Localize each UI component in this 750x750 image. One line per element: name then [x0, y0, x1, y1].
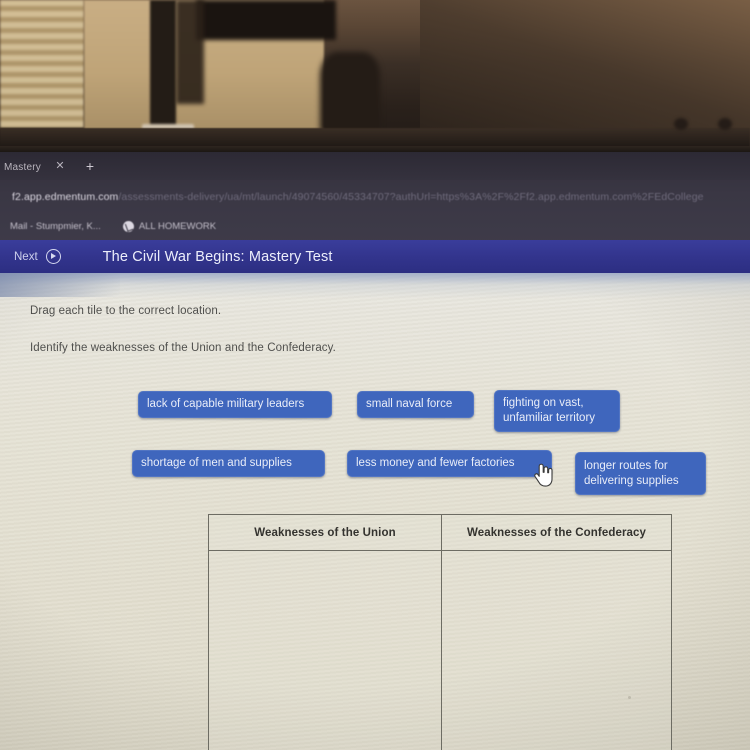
table-header-row: Weaknesses of the Union Weaknesses of th… [209, 515, 671, 551]
next-button[interactable]: Next [0, 249, 61, 264]
bookmark-all-homework[interactable]: ALL HOMEWORK [101, 220, 217, 232]
drag-tile-label-line1: longer routes for [584, 459, 668, 472]
address-bar[interactable]: f2.app.edmentum.com/assessments-delivery… [0, 180, 750, 214]
bookmark-label: Mail - Stumpmier, K... [10, 220, 101, 232]
drag-tile[interactable]: fighting on vast, unfamiliar territory [494, 390, 620, 432]
screen-glare [0, 273, 750, 299]
lamp-post [150, 0, 176, 128]
drag-tile-label: shortage of men and supplies [141, 457, 292, 469]
dark-object [320, 52, 380, 132]
close-icon[interactable]: ✕ [54, 160, 66, 172]
tab-strip: Mastery ✕ + [0, 152, 750, 180]
instruction-text: Drag each tile to the correct location. [30, 305, 222, 317]
table-row [209, 551, 671, 750]
drag-tile-label: small naval force [366, 398, 453, 410]
plus-icon[interactable]: + [83, 159, 97, 173]
page-title: The Civil War Begins: Mastery Test [102, 248, 333, 265]
dark-frame [196, 0, 336, 40]
room-photo-background [0, 0, 750, 152]
screenshot-root: Mastery ✕ + f2.app.edmentum.com/assessme… [0, 0, 750, 750]
drag-tile[interactable]: longer routes for delivering supplies [575, 452, 706, 495]
drag-tile[interactable]: small naval force [357, 391, 474, 418]
column-header-confederacy: Weaknesses of the Confederacy [466, 526, 647, 539]
drop-target-table: Weaknesses of the Union Weaknesses of th… [208, 514, 672, 750]
knob-right [718, 118, 732, 130]
column-header-union: Weaknesses of the Union [209, 515, 442, 550]
address-bar-text: f2.app.edmentum.com/assessments-delivery… [0, 191, 704, 203]
bookmark-label: ALL HOMEWORK [138, 220, 217, 232]
circle-s-icon [122, 220, 134, 232]
app-header: Next The Civil War Begins: Mastery Test [0, 240, 750, 273]
drop-zone-union[interactable] [209, 551, 442, 750]
drop-zone-confederacy[interactable] [442, 551, 671, 750]
url-host: f2.app.edmentum.com [12, 191, 119, 203]
drag-tile[interactable]: shortage of men and supplies [132, 450, 325, 477]
drag-tile-label: less money and fewer factories [356, 457, 515, 469]
knob-left [674, 118, 688, 130]
bookmarks-bar: Mail - Stumpmier, K... ALL HOMEWORK [0, 212, 750, 240]
screen-glare-corner [0, 273, 120, 297]
drag-tile-label-line2: delivering supplies [584, 474, 679, 487]
url-path: /assessments-delivery/ua/mt/launch/49074… [118, 191, 704, 203]
drag-tile[interactable]: less money and fewer factories [347, 450, 552, 477]
lamp-post-shadow [176, 0, 204, 104]
next-label: Next [14, 250, 38, 263]
window-blinds [0, 0, 84, 128]
bookmark-mail[interactable]: Mail - Stumpmier, K... [0, 221, 101, 232]
tab-title: Mastery [4, 161, 41, 173]
drag-tile-label: lack of capable military leaders [147, 398, 305, 410]
prompt-text: Identify the weaknesses of the Union and… [30, 342, 336, 354]
browser-chrome: Mastery ✕ + f2.app.edmentum.com/assessme… [0, 152, 750, 244]
drag-tile-label-line2: unfamiliar territory [503, 412, 596, 424]
drag-tile-label-line1: fighting on vast, [503, 397, 584, 409]
drag-tile[interactable]: lack of capable military leaders [138, 391, 332, 418]
arrow-right-circle-icon [45, 249, 61, 264]
